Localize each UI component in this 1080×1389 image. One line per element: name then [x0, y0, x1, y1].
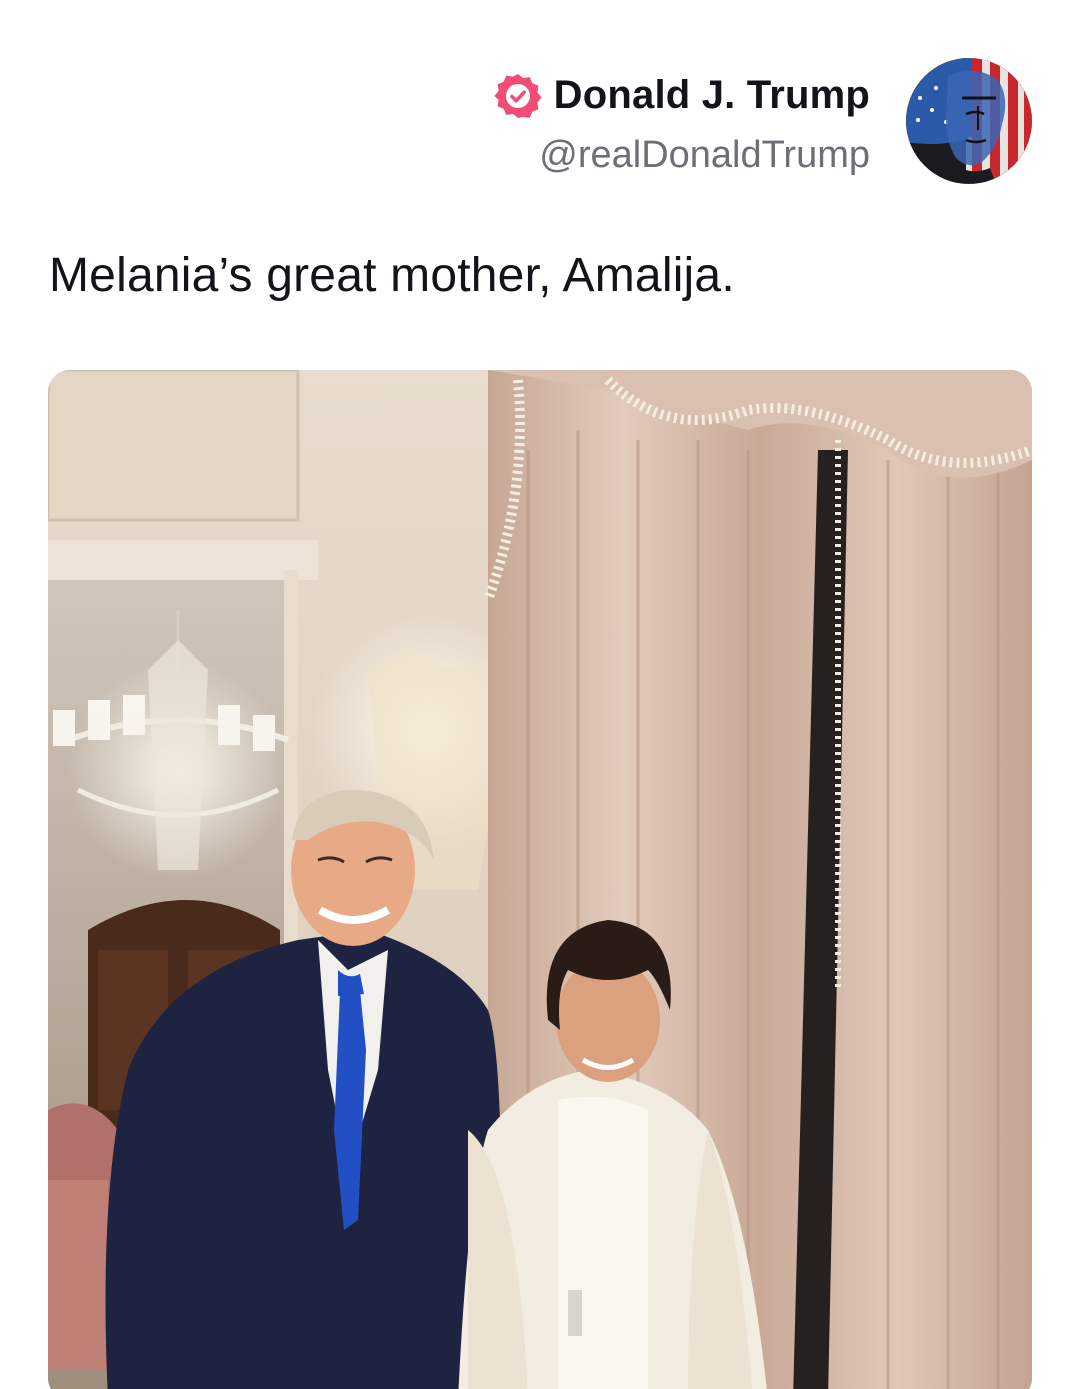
post-photo[interactable] — [48, 370, 1032, 1389]
author-display-name[interactable]: Donald J. Trump — [554, 73, 870, 118]
post-text: Melania’s great mother, Amalija. — [49, 249, 735, 302]
avatar[interactable] — [906, 58, 1032, 184]
author-handle[interactable]: @realDonaldTrump — [539, 134, 870, 177]
photo-illustration — [48, 370, 1032, 1389]
author-name-row: Donald J. Trump — [494, 66, 870, 126]
verified-badge-icon — [494, 73, 542, 118]
author-identity[interactable]: Donald J. Trump @realDonaldTrump — [494, 66, 870, 177]
post-view: Donald J. Trump @realDonaldTrump Melania… — [0, 0, 1080, 1389]
post-header: Donald J. Trump @realDonaldTrump — [494, 58, 1032, 184]
